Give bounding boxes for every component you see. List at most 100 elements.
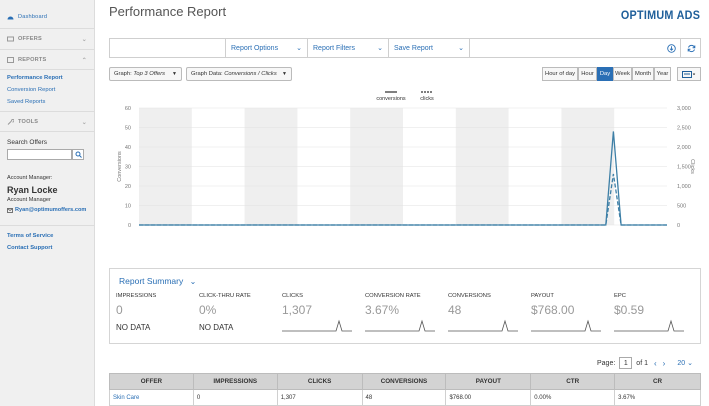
y-tick-label: 0 [128,223,131,229]
prev-page-button[interactable]: ‹ [654,359,657,368]
pagination: Page: 1 of 1 ‹ › 20 ⌄ [597,357,693,369]
download-button[interactable] [667,44,676,55]
refresh-button[interactable] [680,39,701,57]
sidebar-item-offers[interactable]: OFFERS ⌄ [0,36,95,43]
divider [0,49,95,50]
cell-impressions: 0 [192,389,278,406]
sidebar-item-dashboard[interactable]: Dashboard [0,14,95,20]
chevron-down-icon: ⌄ [81,36,87,43]
caret-down-icon: ▼ [172,71,177,77]
chevron-up-icon: ⌃ [81,57,87,64]
sidebar-item-label: OFFERS [18,36,42,42]
range-day[interactable]: Day [597,67,613,81]
y-axis-title: Conversions [117,151,123,182]
report-options-button[interactable]: Report Options ⌄ [225,39,307,57]
range-hour-of-day[interactable]: Hour of day [542,67,578,81]
terms-link[interactable]: Terms of Service [7,233,53,239]
chart-svg: 0 0 10 500 20 1,000 30 1,500 40 2,000 50 2,500 60 3,0… [117,91,695,229]
y-tick-label: 60 [125,106,131,112]
manager-email-row: Ryan@optimumoffers.com [7,207,86,213]
metric-sparkline [614,319,684,332]
download-icon [667,44,676,53]
chevron-down-icon: ⌄ [189,277,197,286]
legend-label: conversions [376,96,406,102]
cell-payout: $768.00 [445,389,532,406]
graph-data-dropdown[interactable]: Graph Data: Conversions / Clicks ▼ [186,67,292,81]
metric-impressions: IMPRESSIONS 0 NO DATA [116,293,198,332]
search-input[interactable] [7,149,72,160]
graph-data-label: Graph Data: [191,71,223,77]
chart-type-button[interactable] [677,67,701,81]
chevron-down-icon: ⌄ [81,119,87,126]
col-payout[interactable]: PAYOUT [445,373,532,390]
y2-tick-label: 1,500 [677,165,691,171]
save-report-button[interactable]: Save Report ⌄ [388,39,470,57]
contact-support-link[interactable]: Contact Support [7,245,52,251]
metric-clicks: CLICKS 1,307 [282,293,364,335]
range-week[interactable]: Week [613,67,632,81]
y-tick-label: 10 [125,204,131,210]
metric-label: CONVERSIONS [448,293,491,299]
chevron-down-icon: ⌄ [377,45,383,52]
metric-conversions: CONVERSIONS 48 [448,293,530,335]
next-page-button[interactable]: › [663,359,666,368]
col-offer[interactable]: OFFER [109,373,194,390]
search-icon [75,151,82,158]
y2-tick-label: 0 [677,223,680,229]
cell-offer-link[interactable]: Skin Care [109,389,194,406]
report-summary-title: Report Summary [119,276,184,286]
sidebar-link-conversion-report[interactable]: Conversion Report [7,87,55,93]
caret-down-icon: ▼ [282,71,287,77]
page-input[interactable]: 1 [619,357,633,369]
page-count: of 1 [636,359,648,367]
report-summary-panel: Report Summary ⌄ IMPRESSIONS 0 NO DATA CLIC… [109,268,701,344]
divider [0,225,95,226]
page-title: Performance Report [109,4,227,19]
sidebar-link-performance-report[interactable]: Performance Report [7,75,63,81]
y2-tick-label: 1,000 [677,184,691,190]
sidebar: Dashboard OFFERS ⌄ REPORTS ⌃ Performance… [0,0,95,406]
y2-tick-label: 3,000 [677,106,691,112]
metric-value: $768.00 [531,303,575,317]
page-size-value: 20 [677,360,686,367]
report-filters-button[interactable]: Report Filters ⌄ [307,39,388,57]
col-impressions[interactable]: IMPRESSIONS [192,373,278,390]
metric-payout: PAYOUT $768.00 [531,293,613,335]
col-cr[interactable]: CR [614,373,701,390]
brand-logo: OPTIMUM ADS [620,8,700,22]
report-summary-toggle[interactable]: Report Summary ⌄ [119,276,196,286]
metric-value: 3.67% [365,303,400,317]
graph-dropdown[interactable]: Graph: Top 3 Offers ▼ [109,67,182,81]
metric-sparkline [282,319,352,332]
chevron-down-icon: ⌄ [458,45,464,52]
chart-icon [682,70,696,78]
col-ctr[interactable]: CTR [530,373,616,390]
sidebar-item-tools[interactable]: TOOLS ⌄ [0,118,95,126]
range-hour[interactable]: Hour [578,67,597,81]
search-button[interactable] [72,149,84,160]
divider [0,28,95,29]
col-conversions[interactable]: CONVERSIONS [361,373,447,390]
metric-value: 0 [116,303,123,317]
metric-value: 1,307 [282,303,313,317]
metric-label: CONVERSION RATE [365,293,421,299]
save-report-label: Save Report [394,44,433,52]
sidebar-link-saved-reports[interactable]: Saved Reports [7,99,45,105]
page-size-select[interactable]: 20 ⌄ [677,359,693,367]
manager-name: Ryan Locke [7,185,58,195]
manager-title: Account Manager [7,197,51,203]
metric-value: 0% [199,303,217,317]
range-month[interactable]: Month [632,67,654,81]
sidebar-item-reports[interactable]: REPORTS ⌃ [0,57,95,64]
range-year[interactable]: Year [654,67,671,81]
sidebar-item-label: Dashboard [18,14,48,20]
refresh-icon [687,44,695,52]
page-label: Page: [597,359,616,367]
report-toolbar: Report Options ⌄ Report Filters ⌄ Save R… [109,38,701,58]
cell-cr: 3.67% [614,389,701,406]
wrench-icon [7,118,15,125]
col-clicks[interactable]: CLICKS [276,373,363,390]
offers-icon [7,36,14,42]
dashboard-icon [7,14,14,20]
manager-email-link[interactable]: Ryan@optimumoffers.com [15,207,86,213]
